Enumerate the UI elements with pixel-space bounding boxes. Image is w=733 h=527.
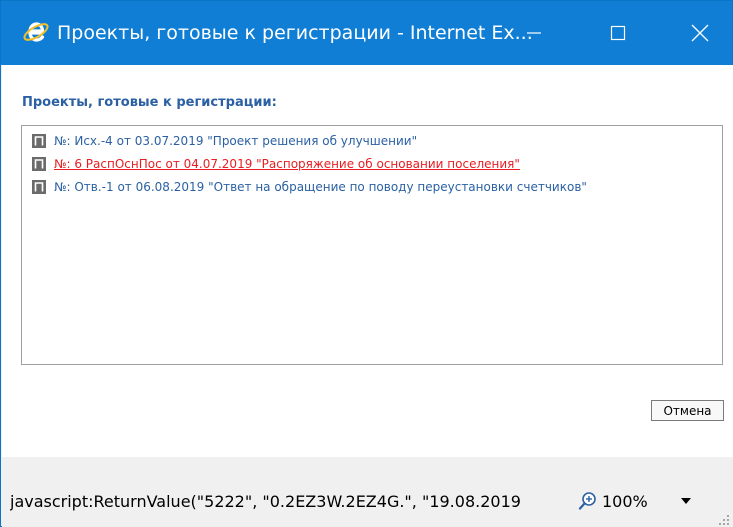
resize-grip-icon[interactable] [718,514,730,526]
minimize-icon [527,32,541,34]
page-content: Проекты, готовые к регистрации: №: Исх.-… [2,65,733,457]
status-text: javascript:ReturnValue("5222", "0.2EZ3W.… [10,492,521,511]
status-bar: javascript:ReturnValue("5222", "0.2EZ3W.… [2,457,733,527]
maximize-icon [610,25,626,41]
document-mark-icon [32,180,46,194]
ie-window: Проекты, готовые к регистрации - Interne… [0,0,733,527]
page-heading: Проекты, готовые к регистрации: [22,95,277,110]
list-item[interactable]: №: 6 РаспОснПос от 04.07.2019 "Распоряже… [32,154,520,174]
document-mark-icon [32,157,46,171]
internet-explorer-icon [23,22,49,42]
zoom-level: 100% [602,491,648,511]
projects-list[interactable]: №: Исх.-4 от 03.07.2019 "Проект решения … [21,125,723,365]
list-item-label[interactable]: №: 6 РаспОснПос от 04.07.2019 "Распоряже… [54,157,520,171]
list-item[interactable]: №: Исх.-4 от 03.07.2019 "Проект решения … [32,131,417,151]
document-mark-icon [32,134,46,148]
list-item-label[interactable]: №: Исх.-4 от 03.07.2019 "Проект решения … [54,134,417,148]
list-item[interactable]: №: Отв.-1 от 06.08.2019 "Ответ на обраще… [32,177,587,197]
list-item-label[interactable]: №: Отв.-1 от 06.08.2019 "Ответ на обраще… [54,180,587,194]
zoom-in-icon [578,492,596,510]
maximize-button[interactable] [595,1,641,65]
close-icon [691,24,709,42]
zoom-control[interactable]: 100% [578,489,648,513]
title-bar[interactable]: Проекты, готовые к регистрации - Interne… [1,1,732,65]
minimize-button[interactable] [511,1,557,65]
chevron-down-icon[interactable] [680,495,692,507]
close-button[interactable] [677,1,723,65]
window-title: Проекты, готовые к регистрации - Interne… [57,22,533,44]
cancel-button[interactable]: Отмена [651,400,724,421]
